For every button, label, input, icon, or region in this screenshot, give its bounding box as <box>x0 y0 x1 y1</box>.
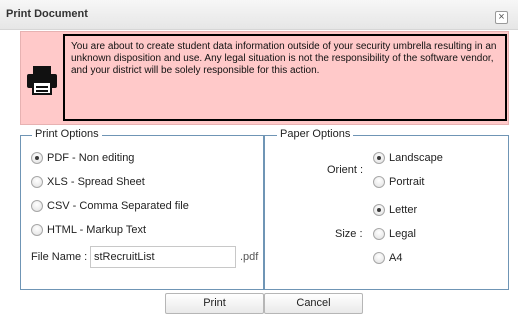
size-label: Size : <box>335 228 363 240</box>
dialog-titlebar: Print Document × <box>0 0 518 30</box>
close-button[interactable]: × <box>495 11 508 24</box>
format-option-label: XLS - Spread Sheet <box>47 176 145 188</box>
close-icon: × <box>498 11 505 23</box>
orient-label: Orient : <box>327 164 364 176</box>
size-option-label: A4 <box>389 252 403 264</box>
print-options-group: Print Options PDF - Non editing XLS - Sp… <box>20 128 264 290</box>
radio-pdf[interactable] <box>31 152 43 164</box>
radio-portrait[interactable] <box>373 176 385 188</box>
paper-options-legend: Paper Options <box>277 128 354 140</box>
size-option-label: Legal <box>389 228 416 240</box>
file-extension: .pdf <box>240 251 259 263</box>
print-options-legend: Print Options <box>32 128 102 140</box>
printer-icon <box>27 66 57 95</box>
format-option-label: CSV - Comma Separated file <box>47 200 189 212</box>
paper-options-group: Paper Options Orient : Landscape Portrai… <box>264 128 509 290</box>
format-option-label: PDF - Non editing <box>47 152 135 164</box>
radio-landscape[interactable] <box>373 152 385 164</box>
print-document-dialog: Print Document × You are about to create… <box>0 0 518 321</box>
radio-a4[interactable] <box>373 252 385 264</box>
orient-option-label: Portrait <box>389 176 425 188</box>
radio-legal[interactable] <box>373 228 385 240</box>
print-button[interactable]: Print <box>165 293 264 314</box>
file-name-input[interactable] <box>90 246 236 268</box>
warning-banner: You are about to create student data inf… <box>20 31 509 125</box>
radio-xls[interactable] <box>31 176 43 188</box>
format-option-label: HTML - Markup Text <box>47 224 147 236</box>
radio-html[interactable] <box>31 224 43 236</box>
size-option-label: Letter <box>389 204 418 216</box>
radio-csv[interactable] <box>31 200 43 212</box>
cancel-button[interactable]: Cancel <box>264 293 363 314</box>
file-name-label: File Name : <box>31 251 88 263</box>
warning-message: You are about to create student data inf… <box>63 34 507 121</box>
radio-letter[interactable] <box>373 204 385 216</box>
dialog-title: Print Document <box>6 8 88 20</box>
orient-option-label: Landscape <box>389 152 443 164</box>
